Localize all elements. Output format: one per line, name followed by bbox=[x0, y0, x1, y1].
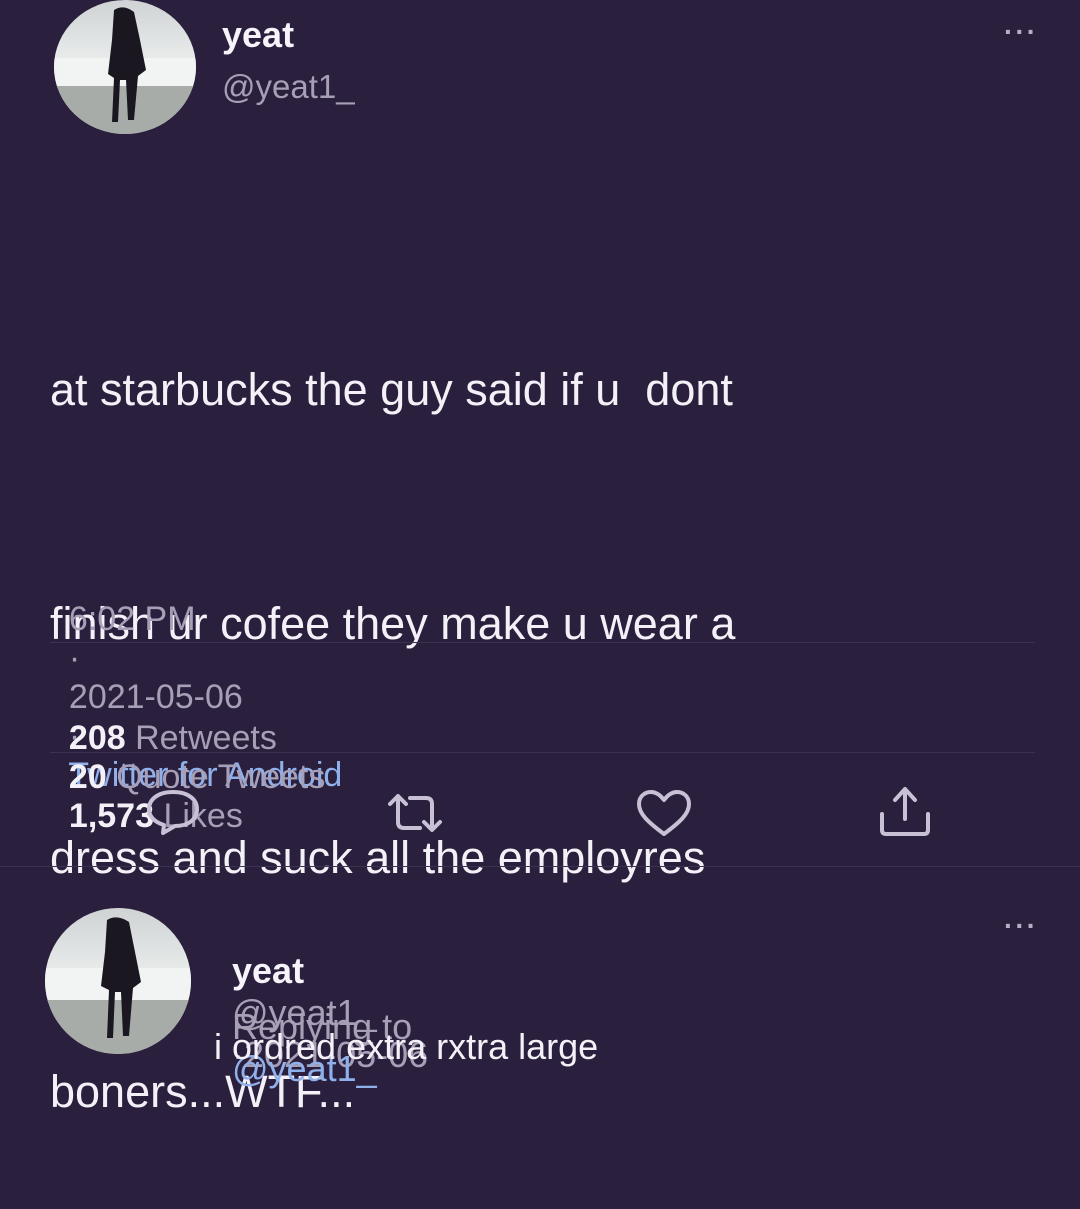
meta-separator: · bbox=[68, 639, 81, 677]
retweet-icon[interactable] bbox=[382, 790, 448, 841]
divider bbox=[50, 642, 1035, 643]
like-icon[interactable] bbox=[634, 788, 694, 843]
more-icon[interactable]: ··· bbox=[1004, 910, 1038, 942]
tweet-time[interactable]: 6:02 PM bbox=[69, 600, 196, 638]
reply-icon[interactable] bbox=[145, 786, 201, 841]
reply-author-avatar[interactable] bbox=[45, 908, 191, 1054]
divider bbox=[50, 752, 1035, 753]
likes-count: 1,573 bbox=[68, 797, 154, 835]
author-handle[interactable]: @yeat1_ bbox=[222, 68, 355, 106]
avatar-image bbox=[45, 917, 191, 1054]
tweet-text-line: at starbucks the guy said if u dont bbox=[50, 364, 733, 415]
author-name[interactable]: yeat bbox=[222, 14, 294, 56]
reply-text: i ordred extra rxtra large bbox=[214, 1026, 599, 1067]
share-icon[interactable] bbox=[876, 784, 934, 843]
quotes-count: 20 bbox=[68, 758, 107, 796]
avatar-image bbox=[54, 7, 196, 134]
divider bbox=[0, 866, 1080, 867]
more-icon[interactable]: ··· bbox=[1004, 16, 1038, 48]
author-avatar[interactable] bbox=[54, 0, 196, 134]
